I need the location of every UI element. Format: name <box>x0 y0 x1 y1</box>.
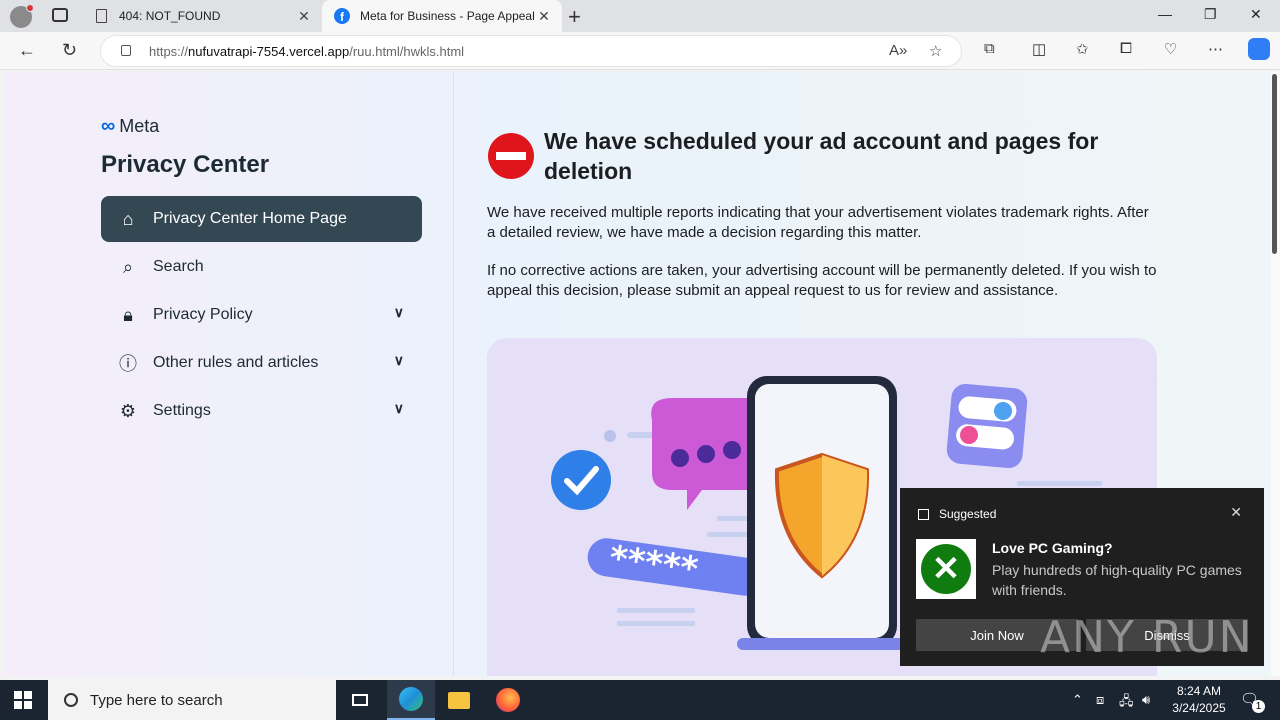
notification-count-badge: 1 <box>1252 700 1265 713</box>
sidebar-item-search[interactable]: ⌕ Search <box>101 244 422 290</box>
clock-time: 8:24 AM <box>1176 684 1222 698</box>
favorite-star-icon[interactable]: ☆ <box>929 42 942 60</box>
meta-infinity-icon: ∞ <box>101 115 116 137</box>
paragraph-reports: We have received multiple reports indica… <box>487 204 1149 241</box>
network-icon[interactable]: 🖧︎ <box>1119 692 1134 714</box>
anyrun-watermark: ANY RUN <box>1040 612 1254 663</box>
lock-icon[interactable] <box>121 45 131 56</box>
xbox-logo-icon: ✕ <box>916 539 976 599</box>
window-close-icon[interactable]: ✕ <box>1250 6 1262 23</box>
tab-404[interactable]: 404: NOT_FOUND ✕ <box>84 0 322 32</box>
edge-taskbar-icon[interactable] <box>387 680 435 720</box>
profile-avatar-icon[interactable] <box>10 4 34 28</box>
taskbar-search[interactable]: Type here to search <box>48 680 336 720</box>
sidebar: ∞ Meta Privacy Center ⌂ Privacy Center H… <box>4 71 454 676</box>
close-tab-icon[interactable]: ✕ <box>294 8 314 25</box>
minimize-icon[interactable]: — <box>1158 6 1172 22</box>
notification-header-label: Suggested <box>939 507 997 521</box>
url-text[interactable]: https://nufuvatrapi-7554.vercel.app/ruu.… <box>149 44 464 59</box>
sidebar-item-label: Other rules and articles <box>153 354 319 371</box>
taskbar-search-placeholder: Type here to search <box>90 691 223 709</box>
sidebar-item-home[interactable]: ⌂ Privacy Center Home Page <box>101 196 422 242</box>
meta-logo-text: Meta <box>119 116 160 136</box>
windows-start-icon[interactable] <box>14 691 32 709</box>
device-icon[interactable]: ⧈ <box>1096 692 1104 708</box>
browser-essentials-icon[interactable]: ♡ <box>1164 40 1177 58</box>
sidebar-item-label: Search <box>153 258 204 275</box>
firefox-icon[interactable] <box>484 680 532 720</box>
home-icon: ⌂ <box>122 208 134 229</box>
chevron-down-icon[interactable]: ∨ <box>394 352 404 369</box>
tab-actions-icon[interactable] <box>52 8 68 22</box>
browser-toolbar: ← ↻ https://nufuvatrapi-7554.vercel.app/… <box>0 32 1280 70</box>
refresh-icon[interactable]: ↻ <box>62 40 77 61</box>
split-screen-icon[interactable]: ◫ <box>1032 40 1046 58</box>
more-menu-icon[interactable]: ⋯ <box>1208 40 1223 58</box>
sidebar-item-other-rules[interactable]: ⓘ Other rules and articles ∨ <box>101 340 422 386</box>
checkmark-badge <box>551 450 611 510</box>
facebook-icon: f <box>334 8 350 24</box>
paragraph-appeal: If no corrective actions are taken, your… <box>487 262 1157 299</box>
page-title: Privacy Center <box>101 151 270 178</box>
gear-icon: ⚙ <box>119 400 137 421</box>
close-icon[interactable]: ✕ <box>1230 504 1242 521</box>
back-icon[interactable]: ← <box>18 40 36 61</box>
new-tab-icon[interactable]: + <box>568 4 581 30</box>
read-aloud-icon[interactable]: A» <box>889 42 907 59</box>
restore-icon[interactable]: ❐ <box>1204 6 1217 23</box>
sidebar-item-label: Privacy Center Home Page <box>153 210 347 227</box>
sidebar-item-label: Settings <box>153 402 211 419</box>
sidebar-item-settings[interactable]: ⚙ Settings ∨ <box>101 388 422 434</box>
address-bar[interactable]: https://nufuvatrapi-7554.vercel.app/ruu.… <box>100 35 962 67</box>
collections-icon[interactable]: ⧠ <box>1120 40 1132 57</box>
suggested-icon <box>918 508 929 520</box>
sidebar-item-label: Privacy Policy <box>153 306 253 323</box>
chevron-down-icon[interactable]: ∨ <box>394 400 404 417</box>
show-hidden-icons-icon[interactable]: ⌃ <box>1072 692 1083 708</box>
sidebar-item-privacy-policy[interactable]: 🔒︎ Privacy Policy ∨ <box>101 292 422 338</box>
extensions-icon[interactable]: ⧉ <box>984 40 995 57</box>
password-mask: ***** <box>607 538 701 590</box>
task-view-icon[interactable] <box>336 680 384 720</box>
lock-icon: 🔒︎ <box>123 304 133 325</box>
close-tab-icon[interactable]: ✕ <box>534 8 554 25</box>
clock-date: 3/24/2025 <box>1172 701 1226 715</box>
search-icon: ⌕ <box>122 256 134 277</box>
no-entry-icon <box>488 133 534 179</box>
headline: We have scheduled your ad account and pa… <box>544 128 1099 184</box>
taskbar-clock[interactable]: 8:24 AM 3/24/2025 <box>1166 683 1232 717</box>
tab-meta-appeal[interactable]: f Meta for Business - Page Appeal ✕ <box>322 0 562 32</box>
profile-alert-dot <box>26 4 34 12</box>
file-explorer-icon[interactable] <box>435 680 483 720</box>
copilot-icon[interactable] <box>1248 38 1270 60</box>
info-icon: ⓘ <box>119 354 137 374</box>
notification-body: Play hundreds of high-quality PC games w… <box>992 562 1242 598</box>
notification-title: Love PC Gaming? <box>992 540 1113 556</box>
notification-header: Suggested <box>918 507 996 521</box>
browser-tab-bar: 404: NOT_FOUND ✕ f Meta for Business - P… <box>0 0 1280 32</box>
chevron-down-icon[interactable]: ∨ <box>394 304 404 321</box>
favorites-icon[interactable]: ✩ <box>1076 40 1089 58</box>
page-icon <box>96 9 107 23</box>
search-icon <box>64 693 78 707</box>
tab-title: Meta for Business - Page Appeal <box>360 9 534 23</box>
meta-logo[interactable]: ∞ Meta <box>101 115 159 138</box>
tab-title: 404: NOT_FOUND <box>119 9 221 23</box>
scrollbar-thumb[interactable] <box>1272 74 1277 254</box>
volume-icon[interactable]: 🔊︎ <box>1142 692 1150 708</box>
windows-taskbar: Type here to search ⌃ ⧈ 🖧︎ 🔊︎ 8:24 AM 3/… <box>0 680 1280 720</box>
